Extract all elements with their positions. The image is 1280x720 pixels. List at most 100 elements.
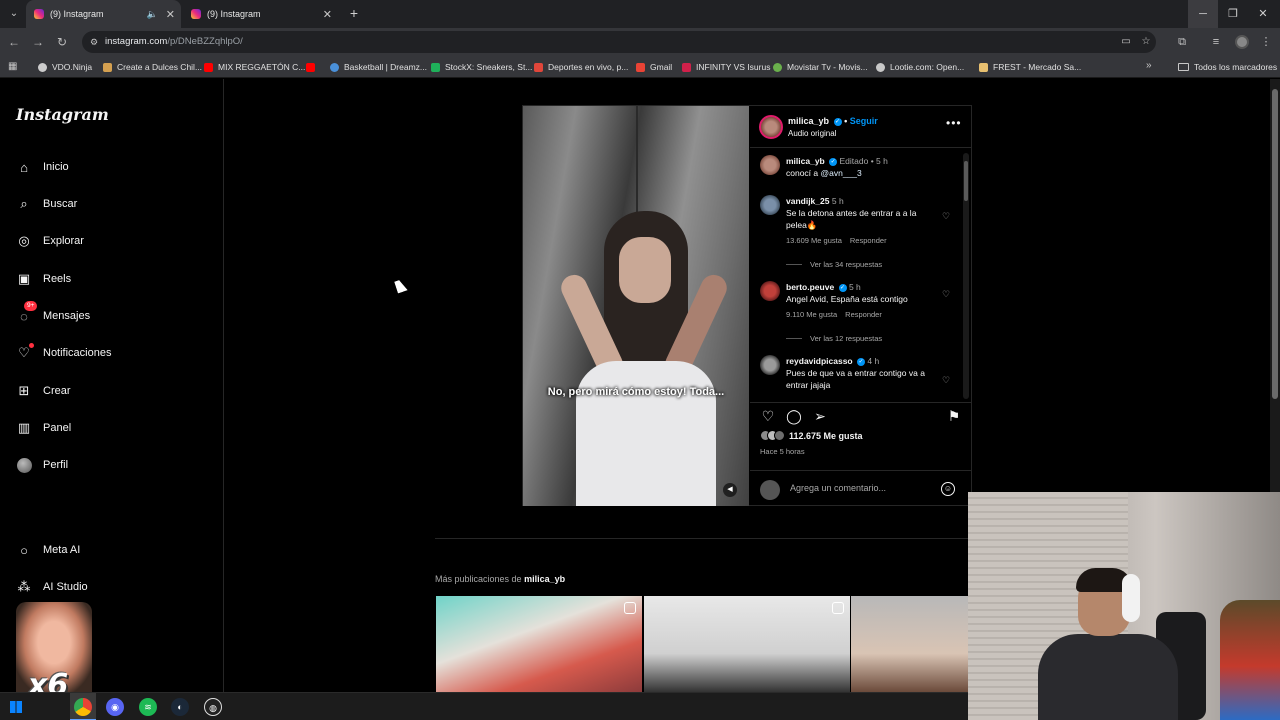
browser-tab-2[interactable]: (9) Instagram ✕ xyxy=(183,0,338,28)
bookmark-item[interactable]: Basketball | Dreamz... xyxy=(330,56,427,78)
discord-icon[interactable]: ◉ xyxy=(106,698,124,716)
more-bookmarks-chevron-icon[interactable]: » xyxy=(1146,60,1152,71)
bookmark-item[interactable]: Deportes en vivo, p... xyxy=(534,56,628,78)
bookmark-item[interactable]: StockX: Sneakers, St... xyxy=(431,56,532,78)
more-posts-thumbnail[interactable] xyxy=(851,596,969,692)
bookmark-item[interactable]: Gmail xyxy=(636,56,672,78)
comment-username[interactable]: reydavidpicasso xyxy=(786,356,853,366)
reply-button[interactable]: Responder xyxy=(850,236,887,245)
close-tab-icon[interactable]: ✕ xyxy=(323,8,332,21)
close-tab-icon[interactable]: ✕ xyxy=(166,8,175,21)
address-bar[interactable]: ⚙ instagram.com/p/DNeBZZqhlpO/ ▭ ☆ xyxy=(82,31,1156,53)
extensions-puzzle-icon[interactable]: ⧉ xyxy=(1174,34,1190,50)
comment-username[interactable]: milica_yb xyxy=(786,156,825,166)
sidebar-item-reels[interactable]: ▣ Reels xyxy=(16,269,196,289)
comment-avatar[interactable] xyxy=(760,195,780,215)
profile-avatar-icon[interactable] xyxy=(1235,35,1249,49)
author-username[interactable]: milica_yb xyxy=(788,116,829,126)
bookmark-star-icon[interactable]: ☆ xyxy=(1140,36,1152,48)
comments-list[interactable]: milica_yb ✓ Editado • 5 h conocí a @avn_… xyxy=(750,149,972,399)
follow-button[interactable]: Seguir xyxy=(850,116,878,126)
url-text[interactable]: instagram.com/p/DNeBZZqhlpO/ xyxy=(105,36,243,47)
comment-mention[interactable]: @avn___3 xyxy=(821,168,862,178)
sidebar-item-explorar[interactable]: ◎ Explorar xyxy=(16,231,196,251)
sidebar-item-panel[interactable]: ▥ Panel xyxy=(16,418,196,438)
bookmark-item[interactable]: VDO.Ninja xyxy=(38,56,92,78)
author-avatar[interactable] xyxy=(759,115,783,139)
emoji-icon[interactable]: ☺ xyxy=(941,482,955,496)
sidebar-item-buscar[interactable]: ⌕ Buscar xyxy=(16,194,196,214)
sidebar-item-ai-studio[interactable]: ⁂ AI Studio xyxy=(16,577,196,597)
likes-summary[interactable]: 112.675 Me gusta xyxy=(760,430,863,441)
more-posts-username[interactable]: milica_yb xyxy=(524,574,565,584)
reel-video[interactable]: No, pero mirá cómo estoy! Toda... ◀ xyxy=(523,106,749,506)
volume-icon[interactable]: ◀ xyxy=(723,483,737,497)
tab-search-chevron-icon[interactable]: ⌄ xyxy=(6,6,22,22)
chrome-icon[interactable] xyxy=(74,698,92,716)
reload-icon[interactable]: ↻ xyxy=(54,34,70,50)
comment-input[interactable] xyxy=(790,483,930,493)
sidebar-item-perfil[interactable]: Perfil xyxy=(16,455,196,475)
close-window-icon[interactable]: ✕ xyxy=(1248,0,1278,28)
sidebar-item-notificaciones[interactable]: ♡ Notificaciones xyxy=(16,343,196,363)
steam-icon[interactable]: ◐ xyxy=(171,698,189,716)
avatar-icon xyxy=(16,457,32,473)
instagram-logo[interactable]: Instagram xyxy=(16,105,109,124)
bookmark-item[interactable]: MIX REGGAETÓN C... xyxy=(204,56,305,78)
comment-likes[interactable]: 13.609 Me gusta xyxy=(786,236,842,245)
sidebar-item-crear[interactable]: ⊞ Crear xyxy=(16,381,196,401)
view-replies-button[interactable]: Ver las 34 respuestas xyxy=(786,260,882,269)
sidebar-item-meta-ai[interactable]: ○ Meta AI xyxy=(16,540,196,560)
more-options-icon[interactable]: ••• xyxy=(946,116,962,130)
speaker-icon[interactable]: 🔈 xyxy=(147,9,158,20)
media-controls-icon[interactable]: ≡ xyxy=(1208,34,1224,50)
bookmark-item[interactable]: FREST - Mercado Sa... xyxy=(979,56,1081,78)
forward-arrow-icon[interactable]: → xyxy=(30,34,46,50)
more-posts-thumbnail[interactable] xyxy=(644,596,850,692)
windows-start-icon[interactable] xyxy=(10,701,22,713)
spotify-icon[interactable]: ≋ xyxy=(139,698,157,716)
like-heart-icon[interactable]: ♡ xyxy=(760,408,776,424)
comments-scrollbar[interactable] xyxy=(963,153,969,399)
view-replies-button[interactable]: Ver las 12 respuestas xyxy=(786,334,882,343)
site-info-icon[interactable]: ⚙ xyxy=(88,36,100,48)
bookmark-item[interactable]: Create a Dulces Chil... xyxy=(103,56,202,78)
comment-username[interactable]: berto.peuve xyxy=(786,282,834,292)
video-subject xyxy=(556,211,732,506)
comment-username[interactable]: vandijk_25 xyxy=(786,196,829,206)
comment-avatar[interactable] xyxy=(760,155,780,175)
apps-grid-icon[interactable]: ▦ xyxy=(8,61,20,73)
restore-window-icon[interactable]: ❐ xyxy=(1218,0,1248,28)
back-arrow-icon[interactable]: ← xyxy=(6,34,22,50)
comment-avatar[interactable] xyxy=(760,355,780,375)
comment-meta: 13.609 Me gusta Responder xyxy=(786,235,936,247)
bookmark-label: MIX REGGAETÓN C... xyxy=(218,62,306,72)
all-bookmarks-button[interactable]: Todos los marcadores xyxy=(1178,56,1277,78)
share-paper-plane-icon[interactable]: ➢ xyxy=(812,408,828,424)
like-comment-heart-icon[interactable]: ♡ xyxy=(942,375,950,386)
bookmark-item[interactable] xyxy=(306,56,320,78)
page-scroll-thumb[interactable] xyxy=(1272,89,1278,399)
bookmark-item[interactable]: INFINITY VS Isurus xyxy=(682,56,770,78)
browser-tab-1[interactable]: (9) Instagram 🔈 ✕ xyxy=(26,0,181,28)
comment-bubble-icon[interactable]: ◯ xyxy=(786,408,802,424)
sidebar-item-inicio[interactable]: ⌂ Inicio xyxy=(16,157,196,177)
like-comment-heart-icon[interactable]: ♡ xyxy=(942,211,950,222)
bookmark-item[interactable]: Lootie.com: Open... xyxy=(876,56,964,78)
sidebar-item-mensajes[interactable]: ◌ 9+ Mensajes xyxy=(16,301,196,326)
more-posts-thumbnail[interactable] xyxy=(436,596,642,692)
like-comment-heart-icon[interactable]: ♡ xyxy=(942,289,950,300)
obs-icon[interactable]: ◍ xyxy=(204,698,222,716)
comment-avatar[interactable] xyxy=(760,281,780,301)
cast-icon[interactable]: ▭ xyxy=(1120,36,1132,48)
comments-scroll-thumb[interactable] xyxy=(964,161,968,201)
reply-button[interactable]: Responder xyxy=(845,310,882,319)
shelf-toys xyxy=(1220,600,1280,720)
original-audio-link[interactable]: Audio original xyxy=(788,129,836,138)
comment-likes[interactable]: 9.110 Me gusta xyxy=(786,310,837,319)
new-tab-plus-icon[interactable]: + xyxy=(346,5,362,21)
save-bookmark-icon[interactable]: ⚑ xyxy=(946,408,962,424)
browser-menu-kebab-icon[interactable]: ⋮ xyxy=(1258,34,1274,50)
bookmark-item[interactable]: Movistar Tv - Movis... xyxy=(773,56,868,78)
minimize-window-icon[interactable]: ─ xyxy=(1188,0,1218,28)
